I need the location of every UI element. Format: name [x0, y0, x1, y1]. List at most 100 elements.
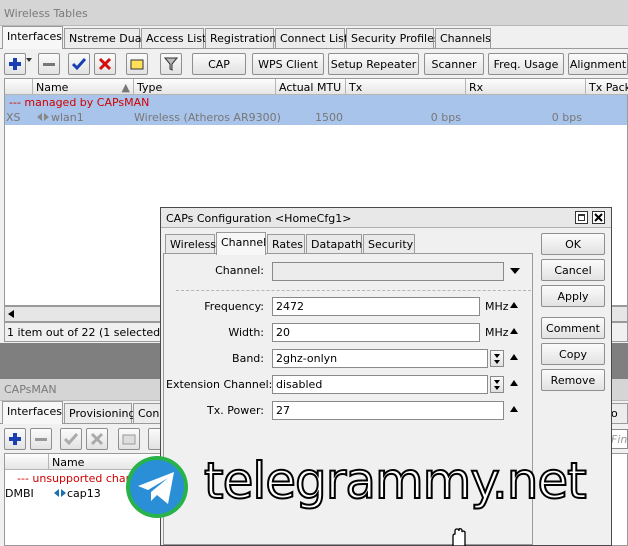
band-select[interactable]: 2ghz-onlyn — [272, 349, 488, 368]
col-name-label: Name — [36, 81, 69, 94]
alignment-button[interactable]: Alignment — [568, 53, 628, 75]
channel-label: Channel: — [215, 264, 264, 277]
cancel-button[interactable]: Cancel — [541, 259, 605, 281]
group-row-label: --- managed by CAPsMAN — [9, 96, 150, 109]
dialog-tab-datapath[interactable]: Datapath — [306, 234, 362, 254]
filter-button[interactable] — [160, 53, 182, 75]
tab-access-list[interactable]: Access List — [141, 28, 206, 48]
filter-icon — [164, 57, 178, 71]
dialog-tab-rates[interactable]: Rates — [267, 234, 305, 254]
frequency-collapse-icon[interactable] — [510, 302, 518, 308]
width-unit: MHz — [485, 326, 509, 339]
capsman-remove-button[interactable] — [30, 428, 52, 450]
band-dropdown-icon[interactable] — [490, 350, 504, 367]
ok-button[interactable]: OK — [541, 233, 605, 255]
add-button[interactable] — [4, 53, 26, 75]
capsman-row-flags: DMBI — [5, 487, 34, 500]
remove-dialog-button[interactable]: Remove — [541, 369, 605, 391]
tab-channels[interactable]: Channels — [435, 28, 491, 48]
capsman-add-button[interactable] — [4, 428, 26, 450]
enable-button[interactable] — [68, 53, 90, 75]
table-row[interactable]: XS wlan1 Wireless (Atheros AR9300) 1500 … — [5, 110, 627, 125]
capsman-comment-button[interactable] — [118, 428, 140, 450]
disable-button[interactable] — [94, 53, 116, 75]
window-title-text: Wireless Tables — [4, 7, 88, 20]
x-icon — [90, 432, 104, 446]
wireless-toolbar: CAP WPS Client Setup Repeater Scanner Fr… — [0, 48, 628, 78]
comment-icon — [122, 434, 136, 445]
frequency-label: Frequency: — [204, 300, 264, 313]
remove-button[interactable] — [38, 53, 60, 75]
capsman-tab-interfaces[interactable]: Interfaces — [2, 401, 63, 424]
wireless-interface-icon — [37, 113, 49, 121]
width-collapse-icon[interactable] — [510, 328, 518, 334]
capsman-title-text: CAPsMAN — [4, 383, 57, 396]
cap-button[interactable]: CAP — [192, 53, 246, 75]
col-rx[interactable]: Rx — [466, 79, 586, 95]
apply-button[interactable]: Apply — [541, 285, 605, 307]
check-icon — [72, 58, 86, 71]
dialog-tab-channel[interactable]: Channel — [216, 232, 266, 255]
tab-connect-list[interactable]: Connect List — [275, 28, 348, 48]
capsman-tab-provisioning[interactable]: Provisioning — [64, 403, 136, 423]
col-name[interactable]: Name ▲ — [33, 79, 134, 95]
freq-usage-button[interactable]: Freq. Usage — [488, 53, 564, 75]
comment-dialog-button[interactable]: Comment — [541, 317, 605, 339]
capsman-enable-button[interactable] — [60, 428, 82, 450]
dialog-tabbar: Wireless Channel Rates Datapath Security — [161, 232, 541, 255]
add-dropdown-icon[interactable] — [26, 58, 32, 62]
copy-button[interactable]: Copy — [541, 343, 605, 365]
capsman-row-name: cap13 — [67, 487, 101, 500]
frequency-input[interactable]: 2472 — [272, 297, 480, 316]
col-actual-mtu[interactable]: Actual MTU — [276, 79, 346, 95]
col-type[interactable]: Type — [134, 79, 276, 95]
tx-power-collapse-icon[interactable] — [510, 406, 518, 412]
scanner-button[interactable]: Scanner — [424, 53, 484, 75]
extension-channel-select[interactable]: disabled — [272, 375, 488, 394]
tx-power-label: Tx. Power: — [207, 404, 264, 417]
dialog-tab-wireless[interactable]: Wireless — [165, 234, 216, 254]
tab-nstreme-dual[interactable]: Nstreme Dual — [64, 28, 145, 48]
tab-security-profiles[interactable]: Security Profiles — [346, 28, 440, 48]
status-text: 1 item out of 22 (1 selected) — [7, 326, 165, 339]
row-name: wlan1 — [51, 111, 84, 124]
capsman-col-flags[interactable] — [5, 454, 49, 470]
plus-icon — [9, 58, 21, 70]
channel-dropdown-icon[interactable] — [510, 268, 520, 274]
wireless-window-title: Wireless Tables — [0, 0, 628, 26]
row-mtu: 1500 — [315, 111, 343, 124]
minus-icon — [35, 438, 47, 441]
minus-icon — [43, 63, 55, 66]
section-separator — [176, 290, 531, 291]
channel-select[interactable] — [272, 262, 504, 281]
capsman-disable-button[interactable] — [86, 428, 108, 450]
row-type: Wireless (Atheros AR9300) — [134, 111, 281, 124]
watermark-text: telegrammy.net — [203, 451, 588, 511]
wps-client-button[interactable]: WPS Client — [252, 53, 324, 75]
capsman-tab-configurations[interactable]: Con — [133, 403, 163, 423]
col-flags[interactable] — [5, 79, 33, 95]
extension-channel-dropdown-icon[interactable] — [490, 376, 504, 393]
setup-repeater-button[interactable]: Setup Repeater — [328, 53, 419, 75]
dialog-titlebar[interactable]: CAPs Configuration <HomeCfg1> — [161, 208, 611, 228]
col-tx-packets[interactable]: Tx Packe — [586, 79, 628, 95]
cap-interface-icon — [54, 489, 66, 497]
scroll-left-arrow-icon[interactable] — [8, 310, 14, 318]
band-collapse-icon[interactable] — [510, 354, 518, 360]
restore-icon[interactable] — [575, 211, 588, 224]
dialog-tab-security[interactable]: Security — [363, 234, 415, 254]
col-tx[interactable]: Tx — [346, 79, 466, 95]
tx-power-input[interactable]: 27 — [272, 401, 504, 420]
frequency-unit: MHz — [485, 300, 509, 313]
tab-registration[interactable]: Registration — [205, 28, 276, 48]
comment-button[interactable] — [126, 53, 148, 75]
group-row[interactable]: --- managed by CAPsMAN — [5, 95, 627, 110]
wireless-tabbar: Interfaces Nstreme Dual Access List Regi… — [0, 26, 628, 49]
width-input[interactable]: 20 — [272, 323, 480, 342]
row-tx: 0 bps — [430, 111, 461, 124]
close-icon[interactable] — [592, 211, 605, 224]
tab-interfaces[interactable]: Interfaces — [2, 26, 63, 49]
telegram-icon — [126, 456, 188, 518]
watermark: telegrammy.net — [122, 451, 628, 532]
extension-channel-collapse-icon[interactable] — [510, 380, 518, 386]
